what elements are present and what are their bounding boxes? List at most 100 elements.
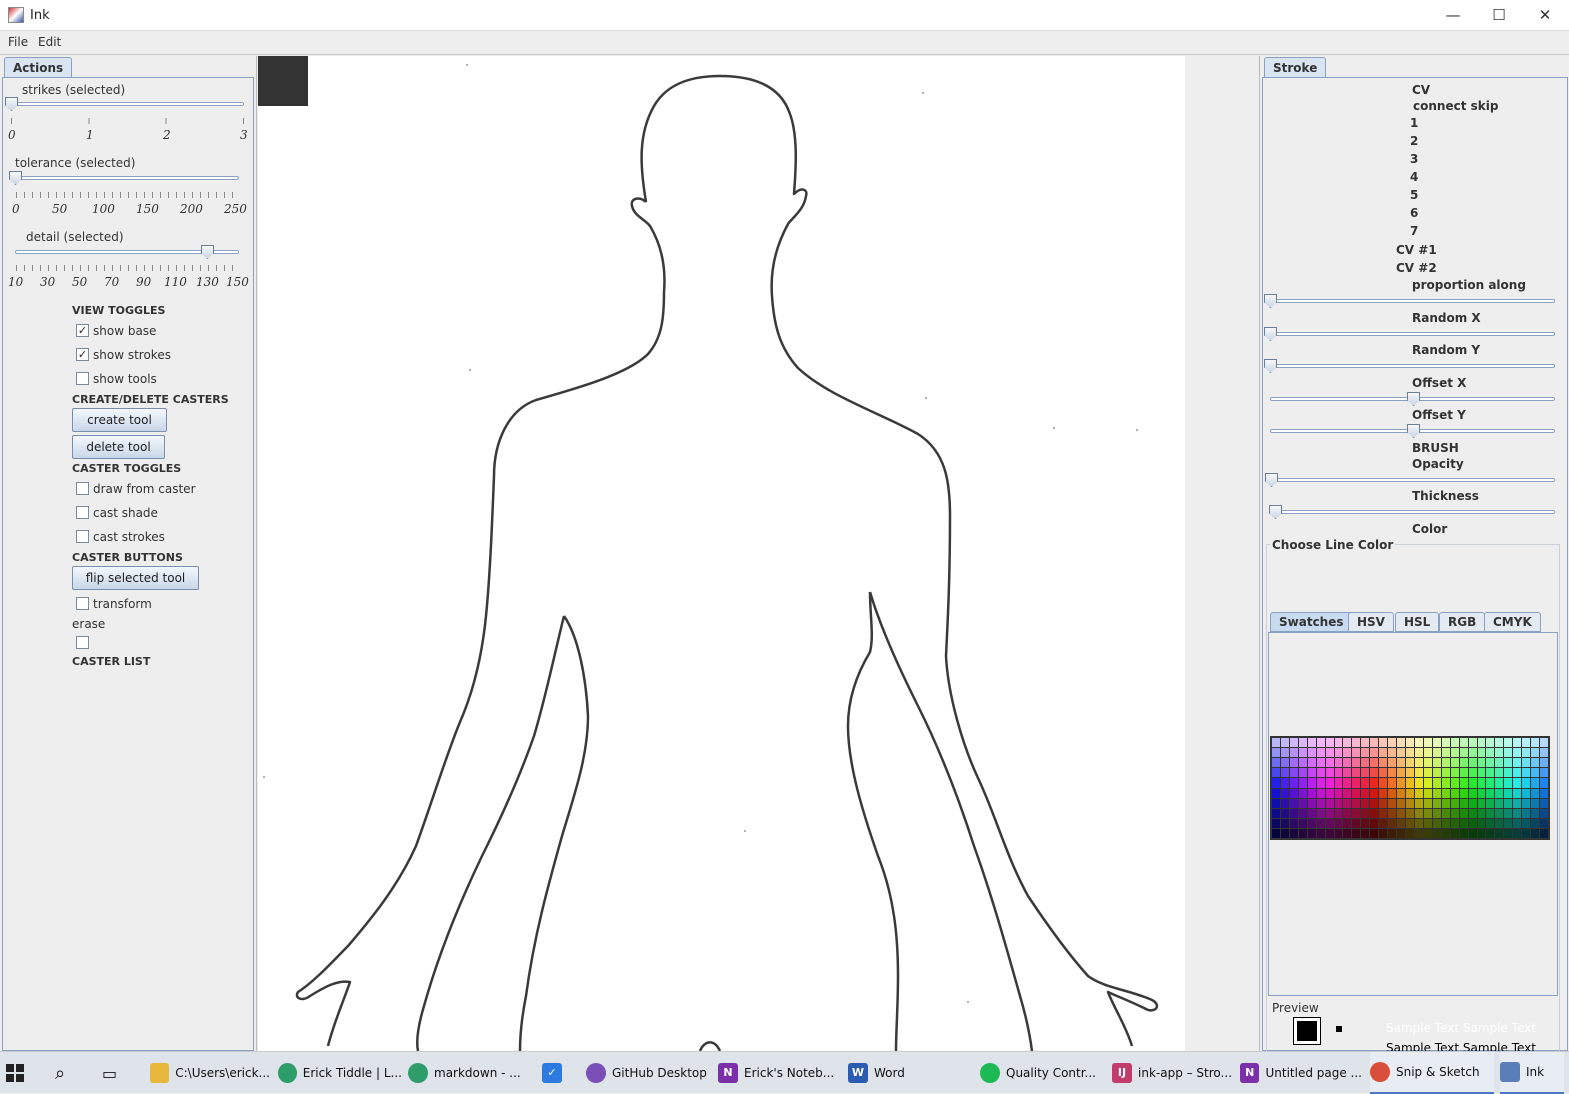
- color-swatch[interactable]: [1414, 758, 1423, 768]
- color-swatch[interactable]: [1459, 808, 1468, 818]
- color-swatch[interactable]: [1352, 778, 1361, 788]
- thickness-slider-track[interactable]: [1270, 510, 1555, 514]
- color-swatch[interactable]: [1468, 778, 1477, 788]
- color-swatch[interactable]: [1540, 818, 1548, 828]
- color-swatch[interactable]: [1504, 778, 1513, 788]
- color-swatch[interactable]: [1272, 798, 1280, 808]
- skip-item[interactable]: 1: [1410, 116, 1418, 130]
- color-swatch[interactable]: [1325, 768, 1334, 778]
- color-swatch[interactable]: [1388, 738, 1397, 748]
- tab-actions[interactable]: Actions: [4, 57, 73, 78]
- color-swatch[interactable]: [1298, 748, 1307, 758]
- color-swatch[interactable]: [1414, 798, 1423, 808]
- color-swatch[interactable]: [1325, 748, 1334, 758]
- color-swatch[interactable]: [1513, 798, 1522, 808]
- color-swatch[interactable]: [1307, 758, 1316, 768]
- color-swatch[interactable]: [1531, 738, 1540, 748]
- color-swatch[interactable]: [1486, 808, 1495, 818]
- color-swatch[interactable]: [1379, 808, 1388, 818]
- color-swatch[interactable]: [1522, 748, 1531, 758]
- color-swatch[interactable]: [1280, 778, 1289, 788]
- color-swatch[interactable]: [1334, 788, 1343, 798]
- color-swatch[interactable]: [1343, 798, 1352, 808]
- color-swatch[interactable]: [1459, 788, 1468, 798]
- color-swatch[interactable]: [1441, 738, 1450, 748]
- color-swatch[interactable]: [1397, 808, 1406, 818]
- color-swatch[interactable]: [1441, 788, 1450, 798]
- color-swatch[interactable]: [1370, 808, 1379, 818]
- color-swatch[interactable]: [1414, 818, 1423, 828]
- color-swatch[interactable]: [1450, 798, 1459, 808]
- color-swatch[interactable]: [1307, 798, 1316, 808]
- color-swatch[interactable]: [1504, 828, 1513, 838]
- transform-checkbox[interactable]: [76, 597, 89, 610]
- color-swatch[interactable]: [1325, 828, 1334, 838]
- color-swatch[interactable]: [1486, 798, 1495, 808]
- color-swatch[interactable]: [1540, 778, 1548, 788]
- color-swatch[interactable]: [1441, 758, 1450, 768]
- color-swatch[interactable]: [1406, 748, 1414, 758]
- color-swatch[interactable]: [1352, 818, 1361, 828]
- color-swatch[interactable]: [1423, 758, 1432, 768]
- taskbar-item-github[interactable]: GitHub Desktop: [586, 1052, 710, 1094]
- drawing-canvas-area[interactable]: [258, 56, 1258, 1051]
- color-swatch[interactable]: [1495, 758, 1504, 768]
- color-swatch[interactable]: [1289, 818, 1298, 828]
- color-swatch[interactable]: [1334, 818, 1343, 828]
- color-swatch[interactable]: [1522, 798, 1531, 808]
- color-swatch[interactable]: [1272, 768, 1280, 778]
- color-swatch[interactable]: [1397, 778, 1406, 788]
- taskbar-item-explorer[interactable]: C:\Users\erick...: [150, 1052, 270, 1094]
- color-swatch[interactable]: [1280, 758, 1289, 768]
- color-swatch[interactable]: [1343, 828, 1352, 838]
- color-swatch[interactable]: [1272, 828, 1280, 838]
- color-swatch[interactable]: [1343, 788, 1352, 798]
- color-swatch[interactable]: [1486, 818, 1495, 828]
- color-swatch[interactable]: [1316, 768, 1325, 778]
- color-swatch[interactable]: [1513, 758, 1522, 768]
- color-swatch[interactable]: [1388, 808, 1397, 818]
- color-swatch[interactable]: [1361, 748, 1370, 758]
- color-swatch[interactable]: [1468, 808, 1477, 818]
- color-swatch[interactable]: [1414, 828, 1423, 838]
- color-swatch[interactable]: [1406, 768, 1414, 778]
- color-swatch[interactable]: [1414, 768, 1423, 778]
- color-swatch[interactable]: [1289, 828, 1298, 838]
- color-swatch[interactable]: [1406, 808, 1414, 818]
- color-swatch[interactable]: [1459, 828, 1468, 838]
- color-swatch[interactable]: [1459, 738, 1468, 748]
- color-swatch[interactable]: [1522, 788, 1531, 798]
- color-swatch[interactable]: [1316, 818, 1325, 828]
- color-swatch[interactable]: [1352, 798, 1361, 808]
- color-swatch[interactable]: [1459, 758, 1468, 768]
- color-swatch[interactable]: [1280, 788, 1289, 798]
- color-swatch[interactable]: [1316, 788, 1325, 798]
- color-swatch[interactable]: [1397, 768, 1406, 778]
- color-swatch[interactable]: [1468, 738, 1477, 748]
- color-swatch[interactable]: [1486, 738, 1495, 748]
- color-swatch[interactable]: [1423, 788, 1432, 798]
- color-swatch[interactable]: [1504, 818, 1513, 828]
- color-swatch[interactable]: [1432, 828, 1441, 838]
- color-swatch[interactable]: [1379, 748, 1388, 758]
- color-swatch[interactable]: [1280, 808, 1289, 818]
- color-swatch[interactable]: [1272, 808, 1280, 818]
- tab-rgb[interactable]: RGB: [1439, 612, 1486, 632]
- color-swatch[interactable]: [1388, 818, 1397, 828]
- color-swatch[interactable]: [1343, 778, 1352, 788]
- color-swatch[interactable]: [1316, 828, 1325, 838]
- color-swatch[interactable]: [1343, 768, 1352, 778]
- color-swatch[interactable]: [1468, 798, 1477, 808]
- color-swatch[interactable]: [1495, 808, 1504, 818]
- tab-swatches[interactable]: Swatches: [1270, 612, 1353, 632]
- color-swatch-grid[interactable]: [1270, 736, 1550, 840]
- color-swatch[interactable]: [1522, 808, 1531, 818]
- color-swatch[interactable]: [1298, 818, 1307, 828]
- color-swatch[interactable]: [1432, 798, 1441, 808]
- color-swatch[interactable]: [1289, 788, 1298, 798]
- color-swatch[interactable]: [1316, 798, 1325, 808]
- cv1-item[interactable]: CV #1: [1396, 243, 1437, 257]
- color-swatch[interactable]: [1531, 748, 1540, 758]
- maximize-button[interactable]: ☐: [1476, 0, 1522, 31]
- color-swatch[interactable]: [1486, 788, 1495, 798]
